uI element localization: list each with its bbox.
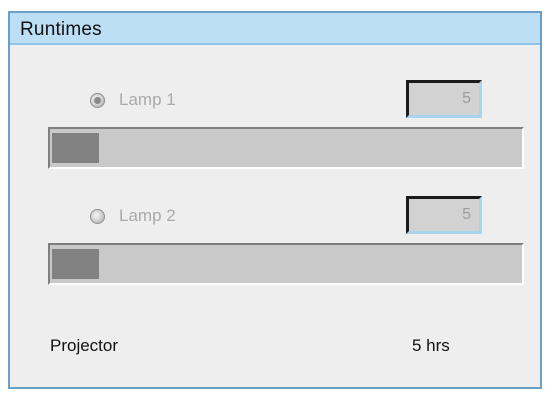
lamp-2-value-field[interactable]: 5 bbox=[406, 196, 482, 234]
projector-label: Projector bbox=[50, 336, 119, 355]
lamp-1-progress-bar bbox=[48, 127, 524, 169]
lamp-1-label: Lamp 1 bbox=[119, 90, 176, 109]
lamp-1-progress-fill bbox=[52, 133, 99, 163]
panel-title: Runtimes bbox=[20, 19, 102, 40]
lamp-2-label: Lamp 2 bbox=[119, 206, 176, 225]
lamp-1-value-field[interactable]: 5 bbox=[406, 80, 482, 118]
panel-titlebar: Runtimes bbox=[10, 13, 540, 45]
lamp-2-progress-fill bbox=[52, 249, 99, 279]
lamp-2-progress-bar bbox=[48, 243, 524, 285]
lamp-2-radio-option[interactable]: Lamp 2 bbox=[90, 203, 176, 229]
runtimes-panel: Runtimes Lamp 1 5 Lamp 2 5 Projector 5 h… bbox=[8, 11, 542, 389]
lamp-1-radio-button[interactable] bbox=[90, 92, 105, 108]
lamp-1-radio-option[interactable]: Lamp 1 bbox=[90, 87, 176, 113]
lamp-2-radio-button[interactable] bbox=[90, 208, 105, 224]
projector-runtime-value: 5 hrs bbox=[412, 336, 450, 355]
